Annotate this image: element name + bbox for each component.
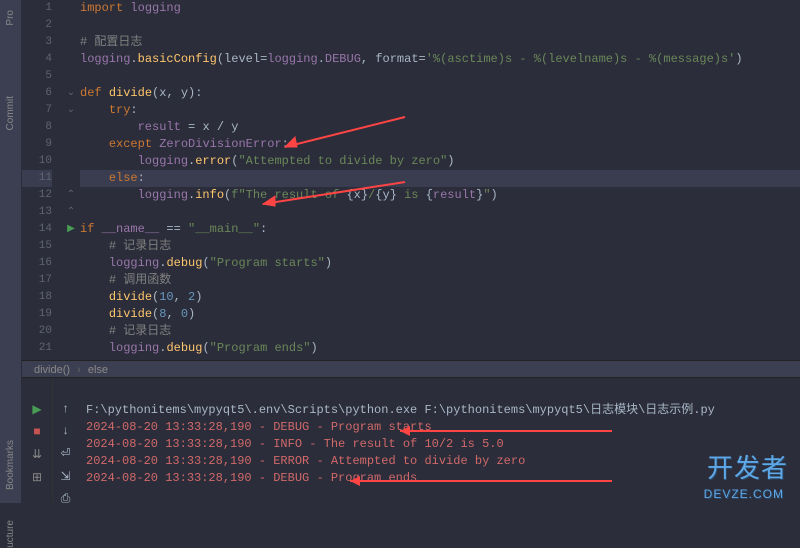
line-number: 3 (22, 34, 52, 51)
left-tool-strip: Pro Commit Bookmarks ucture (0, 0, 22, 503)
code-editor[interactable]: 123456789101112131415161718192021 ⌄⌄⌃⌃▶ … (22, 0, 800, 360)
line-number: 5 (22, 68, 52, 85)
code-line[interactable]: # 记录日志 (80, 323, 800, 340)
code-line[interactable] (80, 17, 800, 34)
line-number: 9 (22, 136, 52, 153)
line-number: 18 (22, 289, 52, 306)
code-line[interactable]: logging.info(f"The result of {x}/{y} is … (80, 187, 800, 204)
line-number: 15 (22, 238, 52, 255)
sidebar-tab-structure[interactable]: ucture (5, 520, 16, 548)
code-line[interactable]: # 配置日志 (80, 34, 800, 51)
breadcrumb[interactable]: divide() › else (22, 360, 800, 378)
fold-marker (62, 340, 80, 357)
breadcrumb-part-2[interactable]: else (88, 364, 108, 376)
code-line[interactable]: import logging (80, 0, 800, 17)
wrap-icon[interactable]: ⏎ (60, 446, 70, 461)
fold-marker (62, 272, 80, 289)
code-line[interactable] (80, 68, 800, 85)
code-line[interactable]: try: (80, 102, 800, 119)
code-line[interactable]: else: (80, 170, 800, 187)
fold-marker (62, 51, 80, 68)
fold-marker (62, 289, 80, 306)
console-line: 2024-08-20 13:33:28,190 - DEBUG - Progra… (86, 470, 800, 487)
code-line[interactable]: except ZeroDivisionError: (80, 136, 800, 153)
sidebar-tab-project[interactable]: Pro (5, 10, 16, 26)
scroll-icon[interactable]: ⇲ (60, 469, 70, 484)
code-line[interactable]: # 记录日志 (80, 238, 800, 255)
fold-marker (62, 306, 80, 323)
breadcrumb-part-1[interactable]: divide() (34, 364, 70, 376)
fold-marker[interactable]: ⌃ (62, 204, 80, 221)
up-icon[interactable]: ↑ (62, 402, 69, 416)
rerun-icon[interactable]: ▶ (32, 402, 41, 417)
line-number: 20 (22, 323, 52, 340)
sidebar-tab-commit[interactable]: Commit (5, 96, 16, 130)
line-number: 19 (22, 306, 52, 323)
console-line: 2024-08-20 13:33:28,190 - DEBUG - Progra… (86, 419, 800, 436)
annotation-arrow-2 (255, 180, 415, 210)
line-number: 8 (22, 119, 52, 136)
run-toolbar-left: ▶ ■ ⇊ ⊞ (22, 378, 52, 503)
code-line[interactable]: logging.debug("Program starts") (80, 255, 800, 272)
line-number-gutter: 123456789101112131415161718192021 (22, 0, 62, 360)
line-number: 7 (22, 102, 52, 119)
console-line: 2024-08-20 13:33:28,190 - ERROR - Attemp… (86, 453, 800, 470)
code-line[interactable]: logging.debug("Program ends") (80, 340, 800, 357)
code-line[interactable]: result = x / y (80, 119, 800, 136)
run-console[interactable]: F:\pythonitems\mypyqt5\.env\Scripts\pyth… (78, 378, 800, 503)
fold-marker (62, 136, 80, 153)
line-number: 6 (22, 85, 52, 102)
code-line[interactable]: logging.error("Attempted to divide by ze… (80, 153, 800, 170)
fold-marker (62, 255, 80, 272)
code-line[interactable]: def divide(x, y): (80, 85, 800, 102)
line-number: 21 (22, 340, 52, 357)
fold-column: ⌄⌄⌃⌃▶ (62, 0, 80, 360)
code-line[interactable]: if __name__ == "__main__": (80, 221, 800, 238)
console-line: 2024-08-20 13:33:28,190 - INFO - The res… (86, 436, 800, 453)
code-line[interactable]: logging.basicConfig(level=logging.DEBUG,… (80, 51, 800, 68)
line-number: 12 (22, 187, 52, 204)
line-number: 14 (22, 221, 52, 238)
print-icon[interactable]: ⎙ (61, 492, 71, 506)
breadcrumb-chevron: › (77, 364, 81, 376)
line-number: 17 (22, 272, 52, 289)
fold-marker (62, 119, 80, 136)
line-number: 13 (22, 204, 52, 221)
code-line[interactable] (80, 204, 800, 221)
fold-marker (62, 34, 80, 51)
code-content[interactable]: import logging # 配置日志logging.basicConfig(… (80, 0, 800, 360)
console-line: F:\pythonitems\mypyqt5\.env\Scripts\pyth… (86, 402, 800, 419)
code-line[interactable]: divide(10, 2) (80, 289, 800, 306)
fold-marker (62, 0, 80, 17)
fold-marker (62, 238, 80, 255)
fold-marker[interactable]: ⌄ (62, 85, 80, 102)
run-panel: ▶ ■ ⇊ ⊞ ↑ ↓ ⏎ ⇲ ⎙ F:\pythonitems\mypyqt5… (22, 378, 800, 503)
line-number: 11 (22, 170, 52, 187)
layout-icon[interactable]: ⊞ (32, 470, 42, 485)
code-line[interactable]: # 调用函数 (80, 272, 800, 289)
line-number: 16 (22, 255, 52, 272)
annotation-arrow-1 (275, 115, 415, 155)
line-number: 2 (22, 17, 52, 34)
fold-marker (62, 68, 80, 85)
fold-marker (62, 17, 80, 34)
sidebar-tab-bookmarks[interactable]: Bookmarks (5, 440, 16, 490)
fold-marker[interactable]: ⌃ (62, 187, 80, 204)
fold-marker (62, 170, 80, 187)
down-icon[interactable]: ⇊ (32, 447, 42, 462)
fold-marker (62, 323, 80, 340)
down2-icon[interactable]: ↓ (62, 424, 69, 438)
fold-marker[interactable]: ▶ (62, 221, 80, 238)
line-number: 1 (22, 0, 52, 17)
fold-marker[interactable]: ⌄ (62, 102, 80, 119)
run-toolbar-right: ↑ ↓ ⏎ ⇲ ⎙ (52, 378, 78, 503)
line-number: 4 (22, 51, 52, 68)
code-line[interactable]: divide(8, 0) (80, 306, 800, 323)
stop-icon[interactable]: ■ (33, 425, 40, 439)
line-number: 10 (22, 153, 52, 170)
fold-marker (62, 153, 80, 170)
